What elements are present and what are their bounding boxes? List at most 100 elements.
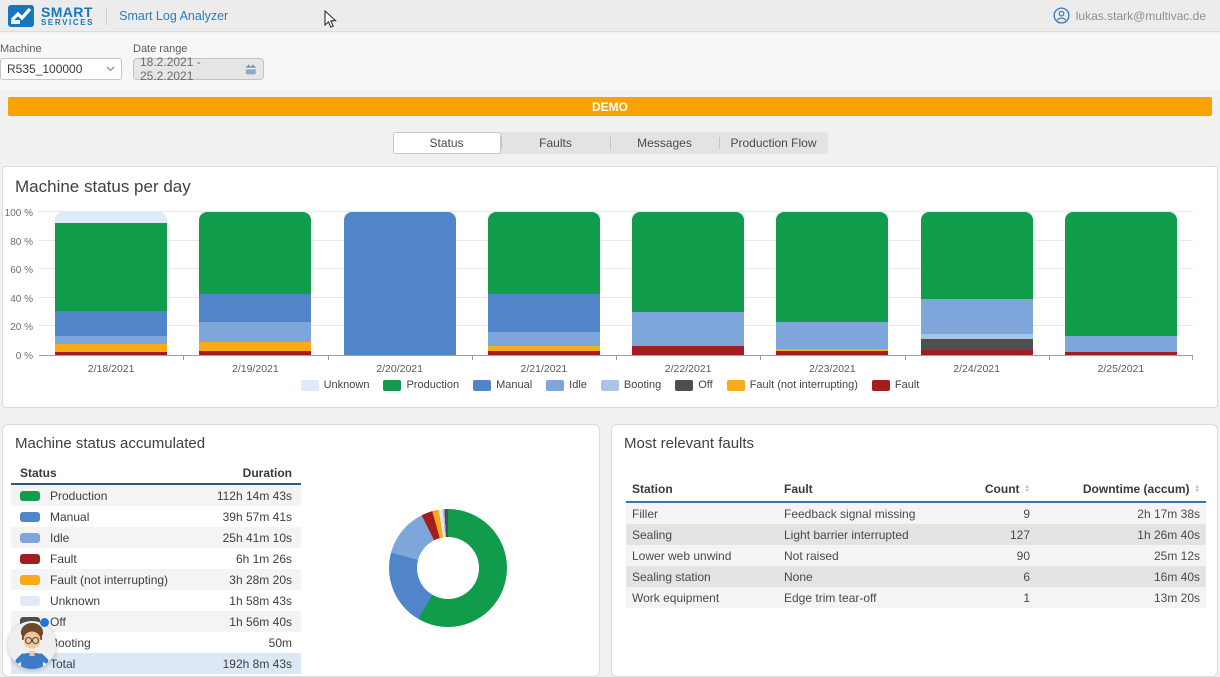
bar-segment-fault-not-interrupting-[interactable] xyxy=(55,344,167,352)
bar-segment-fault-not-interrupting-[interactable] xyxy=(199,342,311,351)
stacked-bar-2/25/2021[interactable] xyxy=(1065,212,1177,355)
legend-label: Production xyxy=(406,379,459,391)
stacked-bar-2/20/2021[interactable] xyxy=(344,212,456,355)
fault-description: Light barrier interrupted xyxy=(778,528,946,542)
bar-segment-idle[interactable] xyxy=(55,336,167,344)
legend-item-booting[interactable]: Booting xyxy=(601,379,661,391)
bar-segment-idle[interactable] xyxy=(632,312,744,346)
fault-row-lower-web-unwind[interactable]: Lower web unwindNot raised9025m 12s xyxy=(626,545,1206,566)
machine-select[interactable]: R535_100000 xyxy=(0,58,122,80)
status-row-unknown[interactable]: Unknown1h 58m 43s xyxy=(11,590,301,611)
bar-segment-production[interactable] xyxy=(921,212,1033,299)
fault-row-filler[interactable]: FillerFeedback signal missing92h 17m 38s xyxy=(626,503,1206,524)
accumulated-title: Machine status accumulated xyxy=(15,435,205,452)
bar-segment-production[interactable] xyxy=(632,212,744,312)
legend-item-production[interactable]: Production xyxy=(383,379,459,391)
legend-swatch xyxy=(601,380,619,391)
bar-segment-fault-not-interrupting-[interactable] xyxy=(776,349,888,351)
smart-services-logo[interactable]: SMART SERVICES xyxy=(0,5,94,27)
fault-station: Work equipment xyxy=(626,591,778,605)
status-name: Fault xyxy=(50,552,77,566)
sort-icon[interactable]: ▲▼ xyxy=(1195,485,1200,493)
status-row-fault-not-interrupting-[interactable]: Fault (not interrupting)3h 28m 20s xyxy=(11,569,301,590)
bar-segment-idle[interactable] xyxy=(488,332,600,346)
bar-segment-fault[interactable] xyxy=(921,350,1033,355)
status-row-production[interactable]: Production112h 14m 43s xyxy=(11,485,301,506)
fault-row-sealing-station[interactable]: Sealing stationNone616m 40s xyxy=(626,566,1206,587)
fault-description: Edge trim tear-off xyxy=(778,591,946,605)
stacked-bar-2/21/2021[interactable] xyxy=(488,212,600,355)
bar-segment-idle[interactable] xyxy=(1065,336,1177,352)
status-row-idle[interactable]: Idle25h 41m 10s xyxy=(11,527,301,548)
bar-segment-fault[interactable] xyxy=(776,351,888,355)
bar-segment-booting[interactable] xyxy=(921,334,1033,339)
faults-title: Most relevant faults xyxy=(624,435,754,452)
column-header-count[interactable]: Count ▲▼ xyxy=(946,482,1036,496)
bar-segment-manual[interactable] xyxy=(344,212,456,355)
bar-segment-production[interactable] xyxy=(55,223,167,310)
y-axis-tick-label: 0 % xyxy=(3,351,33,362)
bar-segment-idle[interactable] xyxy=(921,299,1033,333)
bar-segment-idle[interactable] xyxy=(776,322,888,349)
tab-production-flow[interactable]: Production Flow xyxy=(720,132,828,154)
status-swatch xyxy=(20,554,40,564)
chevron-down-icon xyxy=(106,66,115,72)
bar-segment-production[interactable] xyxy=(199,212,311,294)
stacked-bar-2/23/2021[interactable] xyxy=(776,212,888,355)
bar-segment-fault-not-interrupting-[interactable] xyxy=(488,346,600,350)
stacked-bar-2/24/2021[interactable] xyxy=(921,212,1033,355)
bar-segment-fault[interactable] xyxy=(1065,352,1177,355)
legend-item-off[interactable]: Off xyxy=(675,379,712,391)
date-range-field[interactable]: 18.2.2021 - 25.2.2021 xyxy=(133,58,264,80)
legend-swatch xyxy=(383,380,401,391)
legend-item-fault-not-interrupting-[interactable]: Fault (not interrupting) xyxy=(727,379,858,391)
fault-downtime: 13m 20s xyxy=(1036,591,1206,605)
status-duration: 6h 1m 26s xyxy=(236,552,292,566)
legend-item-unknown[interactable]: Unknown xyxy=(301,379,370,391)
tab-status[interactable]: Status xyxy=(393,132,501,154)
bar-segment-production[interactable] xyxy=(776,212,888,322)
status-row-off[interactable]: Off1h 56m 40s xyxy=(11,611,301,632)
bar-segment-fault[interactable] xyxy=(632,346,744,355)
x-axis-label: 2/23/2021 xyxy=(760,363,904,375)
machine-status-per-day-panel: Machine status per day 2/18/20212/19/202… xyxy=(2,166,1218,408)
status-swatch xyxy=(20,596,40,606)
bar-segment-off[interactable] xyxy=(921,339,1033,350)
bar-segment-manual[interactable] xyxy=(55,311,167,337)
x-axis-label: 2/20/2021 xyxy=(328,363,472,375)
user-account-area[interactable]: lukas.stark@multivac.de xyxy=(1053,7,1220,24)
sort-icon[interactable]: ▲▼ xyxy=(1025,485,1030,493)
x-axis-label: 2/22/2021 xyxy=(616,363,760,375)
assistant-avatar[interactable] xyxy=(8,621,56,669)
legend-swatch xyxy=(872,380,890,391)
fault-row-work-equipment[interactable]: Work equipmentEdge trim tear-off113m 20s xyxy=(626,587,1206,608)
status-duration: 50m xyxy=(269,636,292,650)
bar-segment-fault[interactable] xyxy=(55,352,167,355)
fault-row-sealing[interactable]: SealingLight barrier interrupted1271h 26… xyxy=(626,524,1206,545)
bar-segment-fault[interactable] xyxy=(199,351,311,355)
status-row-fault[interactable]: Fault 6h 1m 26s xyxy=(11,548,301,569)
legend-item-fault[interactable]: Fault xyxy=(872,379,919,391)
bar-segment-fault[interactable] xyxy=(488,351,600,355)
status-duration: 3h 28m 20s xyxy=(229,573,292,587)
bar-segment-manual[interactable] xyxy=(199,294,311,323)
column-header-downtime[interactable]: Downtime (accum) ▲▼ xyxy=(1036,482,1206,496)
legend-label: Fault xyxy=(895,379,919,391)
status-name: Production xyxy=(50,489,107,503)
legend-item-idle[interactable]: Idle xyxy=(546,379,587,391)
bar-segment-production[interactable] xyxy=(1065,212,1177,336)
tab-messages[interactable]: Messages xyxy=(611,132,719,154)
legend-item-manual[interactable]: Manual xyxy=(473,379,532,391)
status-swatch xyxy=(20,512,40,522)
tab-faults[interactable]: Faults xyxy=(502,132,610,154)
status-row-manual[interactable]: Manual39h 57m 41s xyxy=(11,506,301,527)
bar-segment-idle[interactable] xyxy=(199,322,311,342)
stacked-bar-2/22/2021[interactable] xyxy=(632,212,744,355)
bar-segment-manual[interactable] xyxy=(488,294,600,333)
bar-segment-production[interactable] xyxy=(488,212,600,294)
stacked-bar-2/19/2021[interactable] xyxy=(199,212,311,355)
x-axis-label: 2/18/2021 xyxy=(39,363,183,375)
y-axis-tick-label: 80 % xyxy=(3,237,33,248)
bar-segment-unknown[interactable] xyxy=(55,212,167,223)
stacked-bar-2/18/2021[interactable] xyxy=(55,212,167,355)
